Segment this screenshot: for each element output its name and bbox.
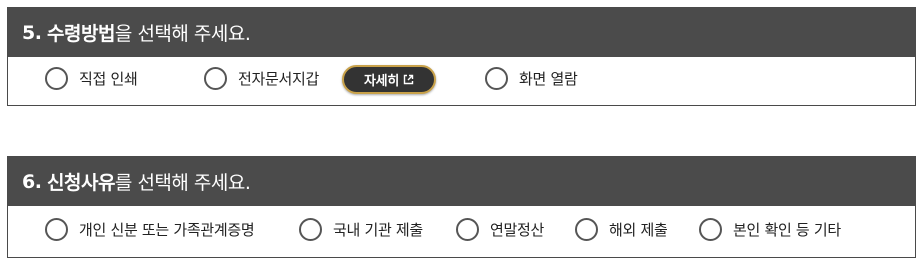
section-title-rest: 를 선택해 주세요.: [114, 172, 251, 194]
receipt-method-header: 5. 수령방법 을 선택해 주세요.: [8, 8, 915, 57]
option-label: 해외 제출: [609, 221, 668, 239]
option-direct-print[interactable]: 직접 인쇄: [45, 67, 138, 90]
option-screen-view[interactable]: 화면 열람: [485, 67, 578, 90]
radio-button[interactable]: [45, 218, 68, 241]
option-label: 직접 인쇄: [79, 70, 138, 88]
option-label: 연말정산: [490, 221, 545, 239]
radio-button[interactable]: [45, 67, 68, 90]
option-label: 국내 기관 제출: [333, 221, 423, 239]
radio-button[interactable]: [456, 218, 479, 241]
radio-button[interactable]: [699, 218, 722, 241]
option-identity-check-other[interactable]: 본인 확인 등 기타: [699, 218, 841, 241]
details-button[interactable]: 자세히: [342, 65, 436, 94]
request-reason-section: 6. 신청사유 를 선택해 주세요. 개인 신분 또는 가족관계증명 국내 기관 …: [7, 156, 916, 258]
option-label: 전자문서지갑: [238, 70, 320, 88]
section-number: 5.: [22, 21, 42, 44]
receipt-method-section: 5. 수령방법 을 선택해 주세요. 직접 인쇄 전자문서지갑 자세히 화면 열람: [7, 7, 916, 106]
radio-button[interactable]: [485, 67, 508, 90]
option-label: 개인 신분 또는 가족관계증명: [79, 221, 255, 239]
radio-button[interactable]: [204, 67, 227, 90]
section-title-bold: 신청사유: [47, 172, 115, 194]
request-reason-header: 6. 신청사유 를 선택해 주세요.: [8, 157, 915, 206]
option-e-document-wallet[interactable]: 전자문서지갑: [204, 67, 319, 90]
option-identity-family-certificate[interactable]: 개인 신분 또는 가족관계증명: [45, 218, 255, 241]
section-title-rest: 을 선택해 주세요.: [114, 23, 251, 45]
external-link-icon: [403, 74, 414, 85]
radio-button[interactable]: [299, 218, 322, 241]
option-label: 본인 확인 등 기타: [733, 221, 841, 239]
option-overseas-submission[interactable]: 해외 제출: [575, 218, 668, 241]
receipt-method-options: 직접 인쇄 전자문서지갑 자세히 화면 열람: [8, 57, 915, 107]
option-domestic-institution[interactable]: 국내 기관 제출: [299, 218, 423, 241]
details-button-label: 자세히: [364, 74, 399, 89]
radio-button[interactable]: [575, 218, 598, 241]
option-label: 화면 열람: [519, 70, 578, 88]
section-title-bold: 수령방법: [47, 23, 115, 45]
option-year-end-settlement[interactable]: 연말정산: [456, 218, 544, 241]
section-number: 6.: [22, 170, 42, 193]
request-reason-options: 개인 신분 또는 가족관계증명 국내 기관 제출 연말정산 해외 제출 본인 확…: [8, 206, 915, 256]
